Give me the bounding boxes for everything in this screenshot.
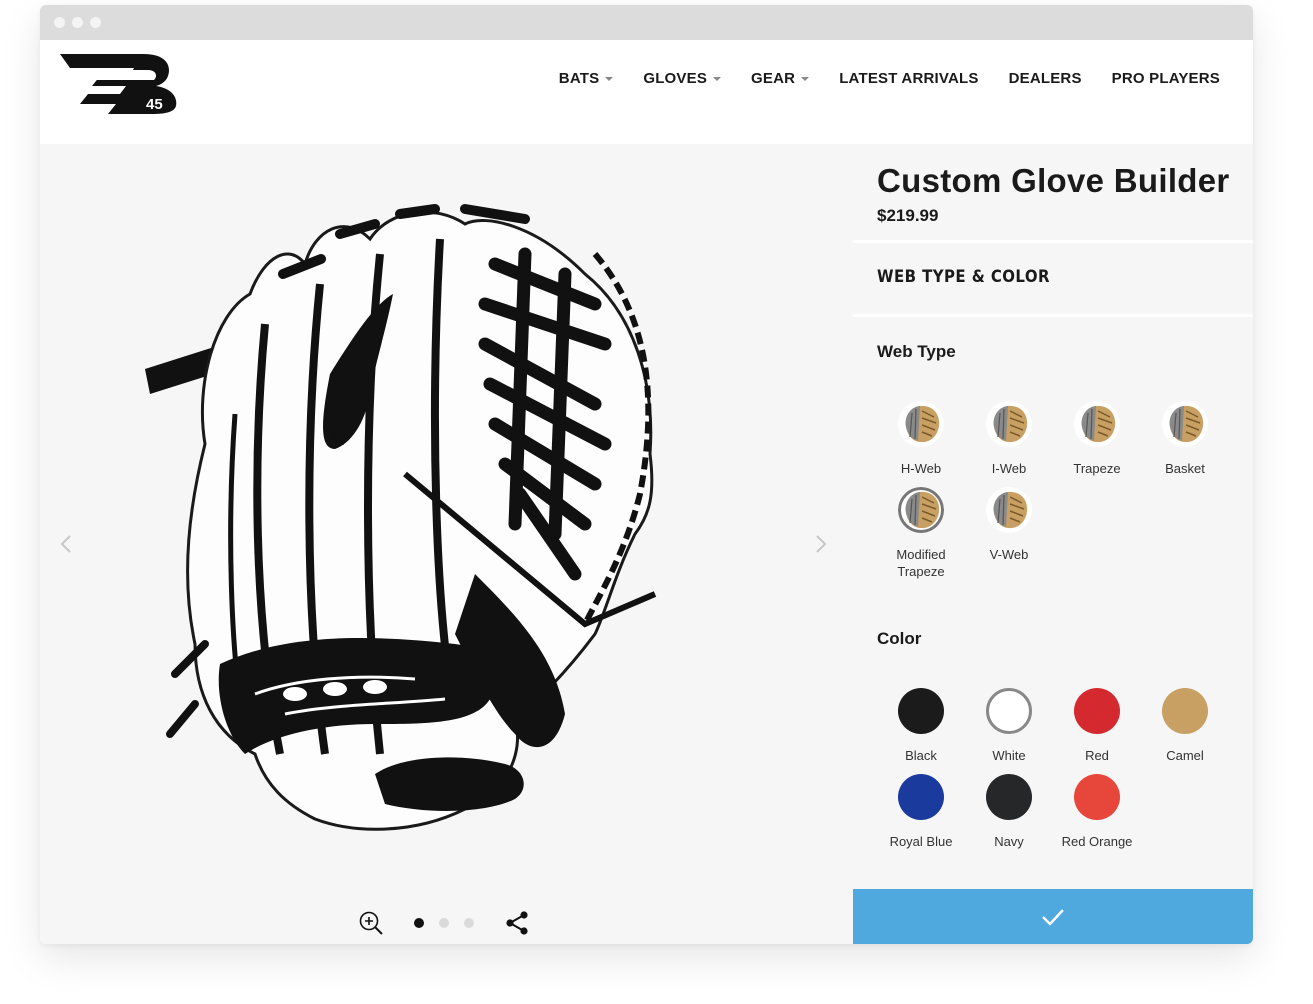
zoom-in-icon[interactable] (358, 910, 384, 936)
color-options: Black White Red Camel Royal Blue Navy Red Oran… (877, 688, 1229, 850)
product-price: $219.99 (877, 206, 939, 225)
divider (853, 314, 1253, 317)
glove-image[interactable]: 45 45 (135, 194, 685, 844)
main-nav: BATS GLOVES GEAR LATEST ARRIVALS DEALERS PRO … (559, 70, 1220, 87)
nav-item-dealers[interactable]: DEALERS (1009, 70, 1082, 87)
web-type-option[interactable]: V-Web (965, 487, 1053, 580)
web-type-option[interactable]: Basket (1141, 401, 1229, 477)
web-type-option[interactable]: Modified Trapeze (877, 487, 965, 580)
color-option[interactable]: White (965, 688, 1053, 764)
color-option-label: Royal Blue (889, 834, 953, 849)
nav-item-label: DEALERS (1008, 70, 1082, 87)
product-viewer: 45 45 (40, 144, 853, 944)
nav-item-label: GEAR (751, 70, 796, 87)
glove-web-thumbnail-icon (1162, 401, 1208, 447)
color-swatch (1162, 688, 1208, 734)
color-option-label: Red Orange (1061, 834, 1133, 849)
glove-web-thumbnail-icon (898, 401, 944, 447)
nav-item-pro-players[interactable]: PRO PLAYERS (1112, 70, 1220, 87)
share-icon[interactable] (504, 910, 530, 936)
color-option-label: White (992, 748, 1026, 763)
options-panel: Custom Glove Builder $219.99 WEB TYPE & … (853, 144, 1253, 944)
color-option[interactable]: Camel (1141, 688, 1229, 764)
web-type-options: H-Web I-Web Trapeze Basket Modified Trapeze V… (877, 401, 1229, 580)
section-heading[interactable]: WEB TYPE & COLOR (877, 267, 1050, 287)
window-close-dot[interactable] (54, 17, 65, 28)
prev-image-arrow[interactable] (56, 532, 76, 556)
glove-web-thumbnail-icon (898, 487, 944, 533)
browser-window: 45 BATS GLOVES GEAR LATEST ARRIVALS DEALERS P… (40, 5, 1253, 944)
nav-item-label: GLOVES (643, 70, 708, 87)
glove-web-thumbnail-icon (986, 487, 1032, 533)
color-swatch (986, 688, 1032, 734)
b45-logo[interactable]: 45 (60, 52, 182, 114)
pagination-dot[interactable] (439, 918, 449, 928)
nav-item-label: LATEST ARRIVALS (839, 70, 979, 87)
web-type-option-label: Basket (1165, 461, 1205, 476)
window-minimize-dot[interactable] (72, 17, 83, 28)
viewer-controls (358, 910, 530, 936)
web-type-label: Web Type (877, 342, 956, 361)
nav-item-bats[interactable]: BATS (559, 70, 614, 87)
caret-down-icon (605, 77, 614, 81)
pagination-dot[interactable] (414, 918, 424, 928)
next-image-arrow[interactable] (811, 532, 831, 556)
nav-item-label: PRO PLAYERS (1111, 70, 1220, 87)
color-swatch (986, 774, 1032, 820)
caret-down-icon (801, 77, 810, 81)
color-option[interactable]: Royal Blue (877, 774, 965, 850)
web-type-option-label: H-Web (900, 461, 942, 476)
web-type-option-label: I-Web (991, 461, 1027, 476)
nav-item-gear[interactable]: GEAR (751, 70, 810, 87)
color-option[interactable]: Black (877, 688, 965, 764)
color-label: Color (877, 629, 922, 648)
window-maximize-dot[interactable] (90, 17, 101, 28)
web-type-option-label: Trapeze (1073, 461, 1121, 476)
product-title: Custom Glove Builder (877, 162, 1230, 199)
web-type-option[interactable]: Trapeze (1053, 401, 1141, 477)
nav-item-label: BATS (558, 70, 600, 87)
nav-item-latest-arrivals[interactable]: LATEST ARRIVALS (839, 70, 978, 87)
web-type-option[interactable]: H-Web (877, 401, 965, 477)
color-option-label: Red (1085, 748, 1109, 763)
color-swatch (1074, 774, 1120, 820)
web-type-option-label: Modified Trapeze (896, 547, 946, 579)
site-header: 45 BATS GLOVES GEAR LATEST ARRIVALS DEALERS P… (40, 40, 1253, 144)
color-option[interactable]: Red Orange (1053, 774, 1141, 850)
chevron-left-icon (60, 535, 71, 553)
color-option[interactable]: Navy (965, 774, 1053, 850)
web-type-option[interactable]: I-Web (965, 401, 1053, 477)
slide-pagination (414, 918, 474, 928)
color-option-label: Navy (994, 834, 1024, 849)
color-swatch (1074, 688, 1120, 734)
pagination-dot[interactable] (464, 918, 474, 928)
color-option[interactable]: Red (1053, 688, 1141, 764)
glove-web-thumbnail-icon (986, 401, 1032, 447)
window-chrome (40, 5, 1253, 40)
checkmark-icon (1042, 908, 1064, 926)
builder-content: 45 45 Custom Glove Builder $219.99 WEB T… (40, 144, 1253, 944)
glove-web-thumbnail-icon (1074, 401, 1120, 447)
color-option-label: Camel (1166, 748, 1204, 763)
divider (853, 240, 1253, 243)
color-swatch (898, 688, 944, 734)
nav-item-gloves[interactable]: GLOVES (643, 70, 722, 87)
color-swatch (898, 774, 944, 820)
chevron-right-icon (816, 535, 827, 553)
color-option-label: Black (905, 748, 937, 763)
caret-down-icon (713, 77, 722, 81)
logo-number: 45 (146, 96, 163, 113)
web-type-option-label: V-Web (989, 547, 1029, 562)
confirm-button[interactable] (853, 889, 1253, 944)
